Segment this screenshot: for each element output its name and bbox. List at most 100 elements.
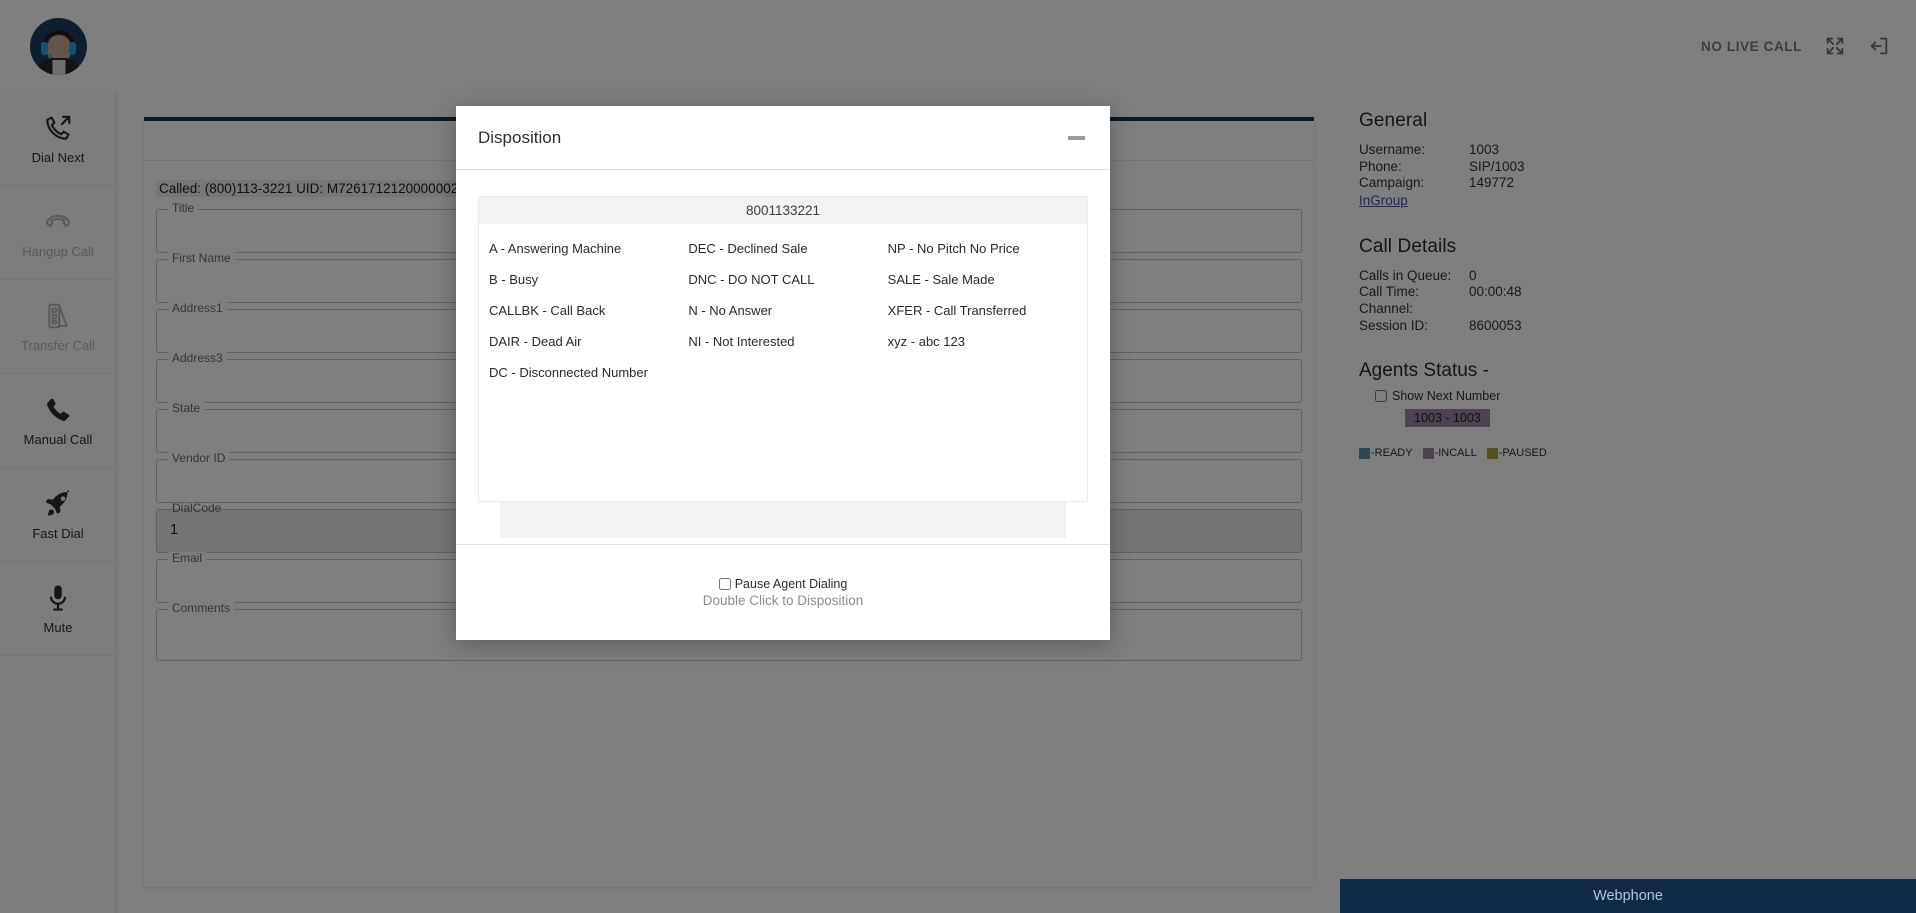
row-key: Call Time: [1359, 284, 1469, 301]
row-key: Campaign: [1359, 175, 1469, 192]
row-key: Calls in Queue: [1359, 268, 1469, 285]
disposition-option[interactable]: B - Busy [489, 264, 688, 295]
disposition-option[interactable]: CALLBK - Call Back [489, 295, 688, 326]
sidebar-item-label: Mute [44, 621, 73, 634]
pause-agent-dialing-checkbox[interactable] [719, 578, 731, 590]
modal-header: Disposition [456, 106, 1110, 170]
sidebar-item-mute[interactable]: Mute [0, 562, 116, 656]
disposition-option[interactable]: DNC - DO NOT CALL [688, 264, 887, 295]
legend-label: -INCALL [1435, 447, 1477, 459]
disposition-option[interactable]: DAIR - Dead Air [489, 326, 688, 357]
disposition-option[interactable]: xyz - abc 123 [888, 326, 1087, 357]
agents-status-title: Agents Status - [1359, 360, 1916, 382]
general-row: Phone: SIP/1003 [1359, 159, 1916, 176]
disposition-option[interactable]: XFER - Call Transferred [888, 295, 1087, 326]
disposition-grid: A - Answering Machine DEC - Declined Sal… [479, 224, 1087, 501]
minimize-icon[interactable] [1064, 126, 1088, 150]
field-label: Email [168, 552, 206, 564]
sidebar-item-label: Hangup Call [22, 245, 94, 258]
top-bar-actions: NO LIVE CALL [1701, 35, 1916, 57]
legend-item-ready: -READY [1359, 447, 1413, 459]
agents-status-section: Agents Status - Show Next Number 1003 - … [1359, 360, 1916, 459]
row-value: 0 [1469, 268, 1477, 285]
row-key: Channel: [1359, 301, 1469, 318]
live-call-status: NO LIVE CALL [1701, 39, 1802, 54]
sidebar-item-transfer-call[interactable]: Transfer Call [0, 280, 116, 374]
modal-title: Disposition [478, 128, 561, 148]
disposition-option[interactable]: DEC - Declined Sale [688, 233, 887, 264]
expand-icon[interactable] [1824, 35, 1846, 57]
agent-avatar[interactable] [30, 18, 87, 75]
call-details-row: Channel: [1359, 301, 1916, 318]
disposition-panel: 8001133221 A - Answering Machine DEC - D… [478, 196, 1088, 502]
sidebar-item-dial-next[interactable]: Dial Next [0, 92, 116, 186]
sidebar-item-label: Dial Next [32, 151, 85, 164]
field-value: 1 [170, 522, 178, 538]
disposition-phone-number: 8001133221 [479, 197, 1087, 224]
legend-item-paused: -PAUSED [1487, 447, 1547, 459]
ingroup-link[interactable]: InGroup [1359, 193, 1408, 208]
phone-icon [43, 395, 73, 425]
sidebar-item-label: Fast Dial [32, 527, 83, 540]
sidebar-item-hangup-call[interactable]: Hangup Call [0, 186, 116, 280]
general-row: Campaign: 149772 [1359, 175, 1916, 192]
row-key: Phone: [1359, 159, 1469, 176]
disposition-option[interactable]: DC - Disconnected Number [489, 357, 688, 388]
left-sidebar: Dial Next Hangup Call Transfer Call [0, 92, 117, 913]
microphone-icon [43, 583, 73, 613]
field-label: Comments [168, 602, 234, 614]
general-section-title: General [1359, 110, 1916, 132]
logout-icon[interactable] [1868, 35, 1890, 57]
disposition-option[interactable]: NI - Not Interested [688, 326, 887, 357]
call-details-row: Session ID: 8600053 [1359, 318, 1916, 335]
pause-agent-dialing-label: Pause Agent Dialing [735, 577, 848, 591]
agent-status-badge[interactable]: 1003 - 1003 [1405, 409, 1490, 427]
legend-label: -PAUSED [1499, 447, 1547, 459]
transfer-icon [43, 301, 73, 331]
row-value: 8600053 [1469, 318, 1522, 335]
disposition-option[interactable]: SALE - Sale Made [888, 264, 1087, 295]
sidebar-item-manual-call[interactable]: Manual Call [0, 374, 116, 468]
call-details-row: Call Time: 00:00:48 [1359, 284, 1916, 301]
field-label: Title [168, 202, 198, 214]
field-label: First Name [168, 252, 235, 264]
row-key: Session ID: [1359, 318, 1469, 335]
disposition-option[interactable]: N - No Answer [688, 295, 887, 326]
double-click-hint: Double Click to Disposition [703, 593, 864, 608]
rocket-icon [43, 489, 73, 519]
pause-agent-dialing-row[interactable]: Pause Agent Dialing [719, 577, 848, 591]
legend-label: -READY [1371, 447, 1413, 459]
field-label: State [168, 402, 204, 414]
top-bar: NO LIVE CALL [0, 0, 1916, 92]
phone-hangup-icon [43, 207, 73, 237]
show-next-number-row[interactable]: Show Next Number [1375, 389, 1916, 403]
disposition-option[interactable]: A - Answering Machine [489, 233, 688, 264]
sidebar-item-fast-dial[interactable]: Fast Dial [0, 468, 116, 562]
general-rows: Username: 1003 Phone: SIP/1003 Campaign:… [1359, 142, 1916, 210]
field-label: Address3 [168, 352, 227, 364]
modal-body: 8001133221 A - Answering Machine DEC - D… [456, 170, 1110, 544]
row-value: SIP/1003 [1469, 159, 1525, 176]
show-next-number-checkbox[interactable] [1375, 390, 1387, 402]
general-row: Username: 1003 [1359, 142, 1916, 159]
called-uid-line: Called: (800)113-3221 UID: M726171212000… [156, 180, 483, 197]
avatar-container [0, 18, 117, 75]
call-details-row: Calls in Queue: 0 [1359, 268, 1916, 285]
legend-swatch [1487, 448, 1498, 459]
disposition-option[interactable]: NP - No Pitch No Price [888, 233, 1087, 264]
right-panel: General Username: 1003 Phone: SIP/1003 C… [1340, 92, 1916, 913]
disposition-option-empty [688, 357, 887, 388]
webphone-bar[interactable]: Webphone [1340, 879, 1916, 913]
disposition-modal: Disposition 8001133221 A - Answering Mac… [456, 106, 1110, 640]
sidebar-item-label: Manual Call [24, 433, 93, 446]
agents-status-legend: -READY -INCALL -PAUSED [1359, 447, 1916, 459]
show-next-number-label: Show Next Number [1392, 389, 1500, 403]
call-details-section-title: Call Details [1359, 236, 1916, 258]
row-value: 149772 [1469, 175, 1514, 192]
field-label: DialCode [168, 502, 225, 514]
legend-item-incall: -INCALL [1423, 447, 1477, 459]
row-key: Username: [1359, 142, 1469, 159]
call-details-rows: Calls in Queue: 0 Call Time: 00:00:48 Ch… [1359, 268, 1916, 334]
sidebar-item-label: Transfer Call [21, 339, 95, 352]
legend-swatch [1359, 448, 1370, 459]
